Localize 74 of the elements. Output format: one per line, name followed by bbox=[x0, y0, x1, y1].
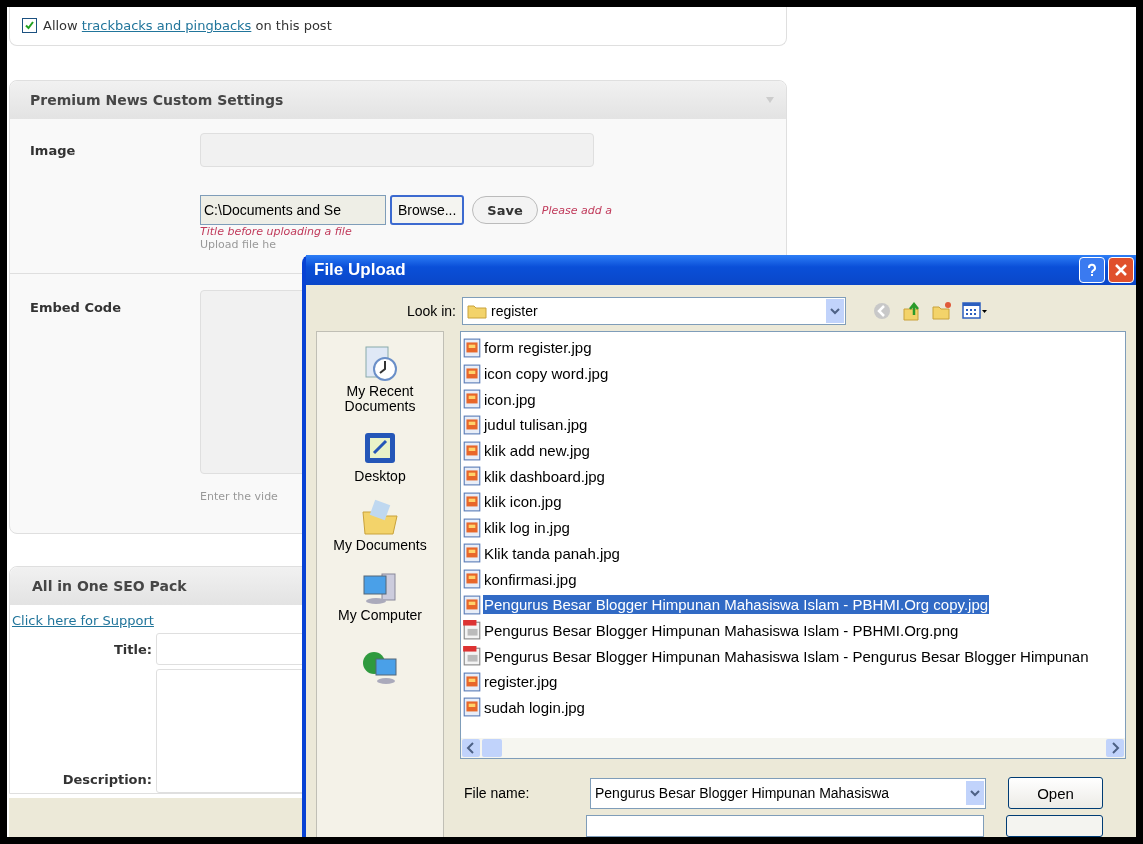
file-item[interactable]: klik add new.jpg bbox=[483, 441, 591, 461]
embed-hint: Enter the vide bbox=[200, 490, 278, 503]
scroll-thumb[interactable] bbox=[482, 739, 502, 757]
dialog-title: File Upload bbox=[314, 260, 406, 280]
file-item[interactable]: Pengurus Besar Blogger Himpunan Mahasiswa Islam - PBHMI.Org copy.jpg bbox=[483, 595, 990, 615]
image-file-icon bbox=[463, 594, 481, 615]
chevron-down-icon bbox=[970, 789, 980, 797]
image-file-icon bbox=[463, 363, 481, 384]
image-file-icon bbox=[463, 389, 481, 410]
file-path-field[interactable]: C:\Documents and Se bbox=[200, 195, 386, 225]
help-button[interactable] bbox=[1079, 257, 1105, 283]
image-file-icon bbox=[463, 466, 481, 487]
chevron-down-icon bbox=[830, 307, 840, 315]
dialog-button[interactable] bbox=[1006, 815, 1103, 837]
trackbacks-link[interactable]: trackbacks and pingbacks bbox=[81, 17, 252, 33]
file-item[interactable]: klik icon.jpg bbox=[483, 492, 563, 512]
image-file-icon bbox=[463, 440, 481, 461]
file-item[interactable]: klik dashboard.jpg bbox=[483, 466, 606, 486]
open-button[interactable]: Open bbox=[1008, 777, 1103, 809]
places-item[interactable]: My Recent Documents bbox=[317, 344, 443, 415]
folder-icon bbox=[467, 303, 487, 319]
scroll-right-button[interactable] bbox=[1105, 738, 1125, 758]
panel-title: Premium News Custom Settings bbox=[30, 92, 284, 108]
image-file-icon bbox=[463, 646, 481, 667]
panel-title: All in One SEO Pack bbox=[32, 578, 187, 594]
file-item[interactable]: klik log in.jpg bbox=[483, 518, 571, 538]
save-button[interactable]: Save bbox=[472, 196, 538, 224]
file-item[interactable]: form register.jpg bbox=[483, 338, 593, 358]
checkbox-label: Allow trackbacks and pingbacks on this post bbox=[43, 17, 332, 33]
error-message: Please add a bbox=[541, 203, 612, 217]
image-file-icon bbox=[463, 414, 481, 435]
image-label: Image bbox=[30, 142, 77, 160]
image-file-icon bbox=[463, 697, 481, 718]
image-file-icon bbox=[463, 337, 481, 358]
look-in-dropdown[interactable]: register bbox=[462, 297, 846, 325]
file-item[interactable]: Pengurus Besar Blogger Himpunan Mahasiswa Islam - PBHMI.Org.png bbox=[483, 620, 960, 640]
image-url-field[interactable] bbox=[200, 133, 594, 167]
description-label: Description: bbox=[61, 772, 152, 789]
horizontal-scrollbar[interactable] bbox=[461, 738, 1125, 758]
image-file-icon bbox=[463, 543, 481, 564]
question-mark-icon bbox=[1085, 263, 1099, 277]
file-item[interactable]: icon copy word.jpg bbox=[483, 364, 610, 384]
browse-button[interactable]: Browse... bbox=[390, 195, 465, 225]
view-menu-icon[interactable] bbox=[962, 301, 988, 321]
file-name-field[interactable]: Pengurus Besar Blogger Himpunan Mahasiswa bbox=[590, 777, 986, 809]
file-item[interactable]: icon.jpg bbox=[483, 389, 537, 409]
new-folder-icon[interactable] bbox=[932, 301, 952, 321]
error-message: Title before uploading a file bbox=[200, 225, 353, 238]
checkbox[interactable] bbox=[22, 17, 37, 33]
title-label: Title: bbox=[113, 641, 152, 657]
embed-code-label: Embed Code bbox=[30, 299, 122, 317]
file-item[interactable]: Pengurus Besar Blogger Himpunan Mahasiswa Islam - Pengurus Besar Blogger Himpunan bbox=[483, 646, 1090, 666]
file-item[interactable]: konfirmasi.jpg bbox=[483, 569, 578, 589]
image-file-icon bbox=[463, 620, 481, 641]
image-file-icon bbox=[463, 517, 481, 538]
file-item[interactable]: judul tulisan.jpg bbox=[483, 415, 589, 435]
upload-hint: Upload file he bbox=[200, 238, 278, 251]
look-in-label: Look in: bbox=[405, 303, 456, 319]
support-link[interactable]: Click here for Support bbox=[12, 613, 154, 628]
close-button[interactable] bbox=[1108, 257, 1134, 283]
image-file-icon bbox=[463, 491, 481, 512]
places-item[interactable]: My Documents bbox=[333, 498, 427, 554]
close-icon bbox=[1114, 263, 1128, 277]
file-item[interactable]: sudah login.jpg bbox=[483, 697, 586, 717]
places-item[interactable]: My Computer bbox=[338, 567, 422, 623]
image-file-icon bbox=[463, 569, 481, 590]
file-type-field[interactable] bbox=[586, 815, 984, 837]
file-item[interactable]: register.jpg bbox=[483, 672, 559, 692]
image-file-icon bbox=[463, 671, 481, 692]
places-item[interactable]: Desktop bbox=[354, 428, 406, 485]
up-folder-icon[interactable] bbox=[902, 301, 922, 321]
scroll-left-button[interactable] bbox=[462, 739, 480, 757]
file-name-label: File name: bbox=[463, 785, 531, 801]
file-item[interactable]: Klik tanda panah.jpg bbox=[483, 543, 621, 563]
